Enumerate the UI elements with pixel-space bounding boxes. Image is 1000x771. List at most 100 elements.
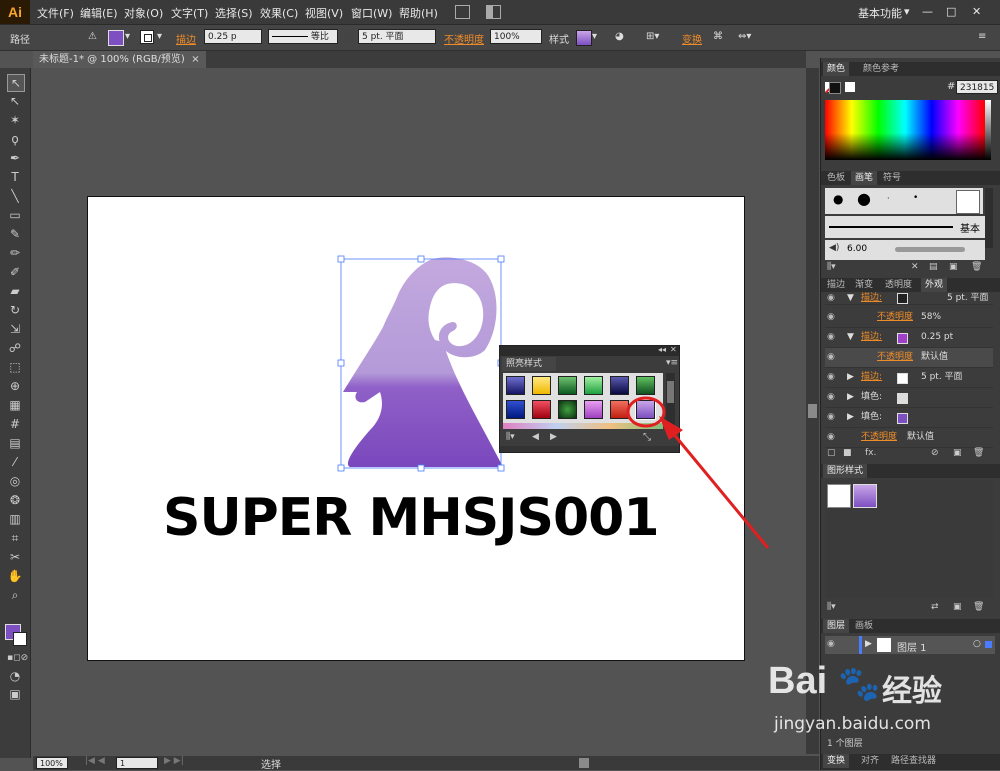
- appearance-row-stroke-2[interactable]: ◉ ▼ 描边: 0.25 pt: [825, 328, 993, 348]
- horizontal-scroll-thumb[interactable]: [579, 758, 589, 768]
- brush-selected[interactable]: [956, 190, 980, 214]
- purple-style-swatch[interactable]: [853, 484, 877, 508]
- layer-expand-icon[interactable]: ▶: [865, 639, 872, 649]
- brush-options-icon[interactable]: ▤: [929, 262, 938, 272]
- menu-window[interactable]: 窗口(W): [351, 5, 392, 21]
- paintbrush-tool-icon[interactable]: ✎: [7, 226, 23, 242]
- eyedropper-tool-icon[interactable]: ⁄: [7, 454, 23, 470]
- menu-file[interactable]: 文件(F): [37, 5, 74, 21]
- layer-selection-indicator[interactable]: [985, 641, 992, 648]
- line-tool-icon[interactable]: ╲: [7, 188, 23, 204]
- opacity-label[interactable]: 不透明度: [444, 31, 484, 46]
- tab-swatches[interactable]: 色板: [823, 171, 849, 185]
- tab-stroke[interactable]: 描边: [823, 278, 849, 292]
- visibility-eye-icon[interactable]: ◉: [827, 388, 835, 407]
- layer-visibility-icon[interactable]: ◉: [827, 639, 835, 649]
- menu-edit[interactable]: 编辑(E): [80, 5, 118, 21]
- minimize-button[interactable]: —: [922, 5, 933, 18]
- fill-dropdown-icon[interactable]: ▾: [125, 31, 130, 42]
- page-field[interactable]: 1: [116, 757, 158, 769]
- style-swatch-4[interactable]: [584, 376, 603, 395]
- scale-tool-icon[interactable]: ⇲: [7, 321, 23, 337]
- previous-library-icon[interactable]: ◀: [532, 432, 539, 442]
- appearance-row-opacity-2[interactable]: ◉ 不透明度 默认值: [825, 348, 993, 368]
- visibility-eye-icon[interactable]: ◉: [827, 368, 835, 387]
- maximize-button[interactable]: □: [946, 5, 956, 18]
- brush-dot-2[interactable]: ●: [857, 189, 871, 208]
- blob-brush-tool-icon[interactable]: ✐: [7, 264, 23, 280]
- layer-name[interactable]: 图层 1: [897, 639, 927, 654]
- stroke-swatch[interactable]: [140, 30, 154, 44]
- menu-help[interactable]: 帮助(H): [399, 5, 438, 21]
- menu-effect[interactable]: 效果(C): [260, 5, 298, 21]
- zoom-field[interactable]: 100%: [36, 757, 68, 769]
- tab-brushes[interactable]: 画笔: [851, 171, 878, 185]
- style-swatch[interactable]: [576, 30, 592, 46]
- visibility-eye-icon[interactable]: ◉: [827, 292, 835, 304]
- rectangle-tool-icon[interactable]: ▭: [7, 207, 23, 223]
- stroke-row-label[interactable]: 描边:: [861, 328, 882, 347]
- stroke-weight-field[interactable]: 0.25 p: [204, 29, 262, 44]
- workspace-arrow-icon[interactable]: ▾: [904, 5, 910, 18]
- popup-drag-bar[interactable]: [500, 346, 679, 356]
- hex-field[interactable]: 231815: [956, 80, 998, 94]
- visibility-eye-icon[interactable]: ◉: [827, 328, 835, 347]
- color-spectrum[interactable]: [825, 100, 985, 160]
- appearance-row-opacity-1[interactable]: ◉ 不透明度 58%: [825, 308, 993, 328]
- opacity-row-label[interactable]: 不透明度: [877, 308, 913, 327]
- brush-dot-1[interactable]: ●: [833, 192, 843, 206]
- layer-row[interactable]: ◉ ▶ 图层 1 ○: [825, 636, 995, 654]
- fill-row-swatch[interactable]: [897, 393, 908, 404]
- tab-color-guide[interactable]: 颜色参考: [859, 62, 903, 76]
- magic-wand-tool-icon[interactable]: ✶: [7, 112, 23, 128]
- control-bar-menu-icon[interactable]: ≡: [978, 31, 986, 42]
- gradient-tool-icon[interactable]: ▤: [7, 435, 23, 451]
- expand-triangle-icon[interactable]: ▼: [847, 292, 854, 304]
- stroke-label[interactable]: 描边: [176, 31, 196, 46]
- document-tab[interactable]: 未标题-1* @ 100% (RGB/预览) ×: [33, 51, 206, 68]
- tab-appearance[interactable]: 外观: [921, 278, 948, 292]
- tab-artboards[interactable]: 画板: [851, 619, 877, 633]
- lasso-tool-icon[interactable]: ϙ: [7, 131, 23, 147]
- hand-tool-icon[interactable]: ✋: [7, 568, 23, 584]
- more-options-icon[interactable]: ⇔▾: [738, 31, 751, 42]
- stroke-row-label[interactable]: 描边:: [861, 368, 882, 387]
- tab-gradient[interactable]: 渐变: [851, 278, 877, 292]
- stroke-profile-dropdown[interactable]: 等比: [268, 29, 338, 44]
- symbol-sprayer-tool-icon[interactable]: ❂: [7, 492, 23, 508]
- recolor-icon[interactable]: ◕: [615, 31, 624, 42]
- tab-color[interactable]: 颜色: [823, 62, 850, 76]
- brush-library-icon[interactable]: ⫼▾: [827, 262, 836, 272]
- delete-style-icon[interactable]: 🗑: [973, 602, 984, 612]
- style-swatch-7[interactable]: [506, 400, 525, 419]
- blend-tool-icon[interactable]: ◎: [7, 473, 23, 489]
- library-menu-icon[interactable]: ⫼▾: [506, 432, 515, 442]
- workspace-switcher[interactable]: 基本功能: [858, 5, 902, 21]
- shape-builder-tool-icon[interactable]: ⊕: [7, 378, 23, 394]
- appearance-row-stroke-3[interactable]: ◉ ▶ 描边: 5 pt. 平面: [825, 368, 993, 388]
- stroke-row-swatch[interactable]: [897, 293, 908, 304]
- opacity-row-label[interactable]: 不透明度: [861, 428, 897, 447]
- first-page-icon[interactable]: |◀ ◀: [85, 756, 105, 766]
- tab-pathfinder[interactable]: 路径查找器: [887, 754, 940, 768]
- draw-mode-icon[interactable]: ◔: [7, 668, 23, 684]
- artboard-tool-icon[interactable]: ⌗: [7, 530, 23, 546]
- column-graph-tool-icon[interactable]: ▥: [7, 511, 23, 527]
- goat-logo-artwork[interactable]: [335, 252, 510, 477]
- appearance-row-fill-1[interactable]: ◉ ▶ 填色:: [825, 388, 993, 408]
- canvas-vertical-scrollbar[interactable]: [806, 68, 819, 754]
- visibility-eye-icon[interactable]: ◉: [827, 308, 835, 327]
- clear-appearance-icon[interactable]: ⊘: [931, 448, 939, 458]
- arrange-documents-icon[interactable]: [486, 5, 501, 19]
- add-stroke-icon[interactable]: ▢: [827, 448, 836, 458]
- stroke-dropdown-icon[interactable]: ▾: [157, 31, 162, 42]
- tab-align[interactable]: 对齐: [857, 754, 883, 768]
- pencil-tool-icon[interactable]: ✏: [7, 245, 23, 261]
- expand-triangle-icon[interactable]: ▼: [847, 328, 854, 347]
- black-color-chip[interactable]: [829, 82, 841, 94]
- bridge-icon[interactable]: [455, 5, 470, 19]
- profile-flip-icon[interactable]: [345, 29, 353, 44]
- collapse-triangle-icon[interactable]: ▶: [847, 408, 854, 427]
- appearance-row-fill-2[interactable]: ◉ ▶ 填色:: [825, 408, 993, 428]
- style-swatch-2[interactable]: [532, 376, 551, 395]
